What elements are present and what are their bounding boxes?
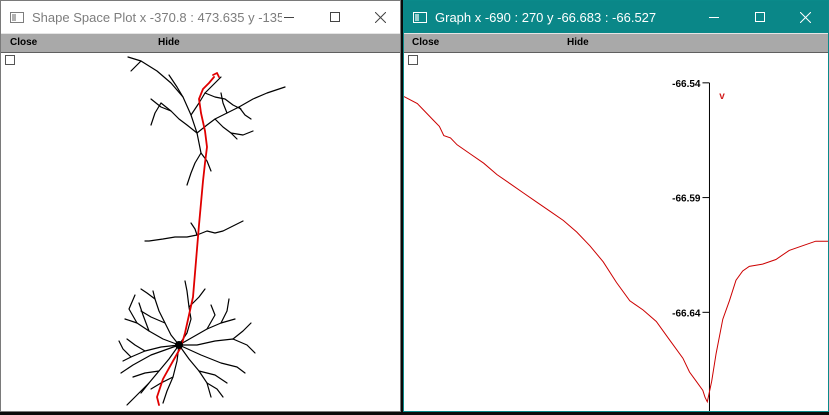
graph-window: Graph x -690 : 270 y -66.683 : -66.527 C… [403,0,829,412]
minimize-icon [284,17,294,18]
shape-plot-canvas[interactable] [1,53,400,411]
series-line [404,96,828,404]
hide-menu-item[interactable]: Hide [567,37,589,48]
y-tick-label: -66.54 [672,79,701,90]
maximize-button[interactable] [312,1,358,33]
graph-canvas[interactable]: -66.54 -66.59 -66.64 v [404,53,828,411]
voltage-graph: -66.54 -66.59 -66.64 v [404,79,828,411]
window-title: Shape Space Plot x -370.8 : 473.635 y -1… [32,9,282,25]
graph-menubar: Close Hide [404,33,828,53]
app-icon [10,11,24,23]
minimize-button[interactable] [691,1,737,33]
dendrite-tree [118,56,286,406]
maximize-button[interactable] [737,1,783,33]
y-tick-label: -66.64 [672,308,701,319]
hide-menu-item[interactable]: Hide [158,37,180,48]
close-menu-item[interactable]: Close [412,37,439,48]
maximize-icon [755,12,765,22]
soma [175,341,183,349]
neuron-morphology [118,56,286,406]
maximize-icon [330,12,340,22]
close-menu-item[interactable]: Close [10,37,37,48]
graph-titlebar[interactable]: Graph x -690 : 270 y -66.683 : -66.527 [404,1,828,33]
window-title: Graph x -690 : 270 y -66.683 : -66.527 [435,9,657,25]
close-icon [799,11,811,23]
close-window-button[interactable] [357,1,400,33]
close-icon [374,11,386,23]
shape-plot-window: Shape Space Plot x -370.8 : 473.635 y -1… [0,0,401,412]
minimize-icon [709,17,719,18]
shape-plot-titlebar[interactable]: Shape Space Plot x -370.8 : 473.635 y -1… [1,1,400,33]
series-label: v [719,91,725,102]
shape-plot-menubar: Close Hide [1,33,400,53]
y-tick-label: -66.59 [672,194,701,205]
minimize-button[interactable] [266,1,312,33]
app-icon [413,11,427,23]
close-window-button[interactable] [782,1,828,33]
